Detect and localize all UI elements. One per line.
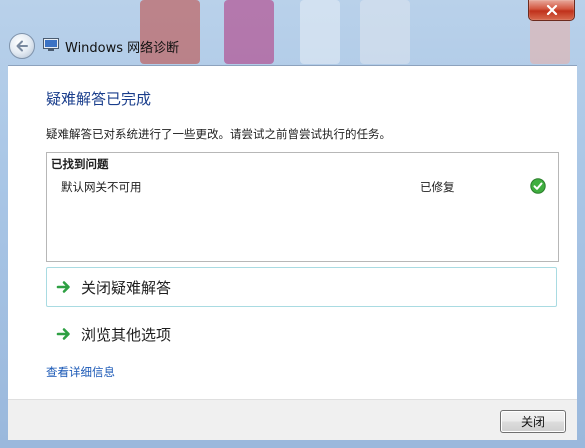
close-button[interactable]: 关闭 [500, 410, 566, 433]
problem-status: 已修复 [420, 180, 455, 194]
main-content: 疑难解答已完成 疑难解答已对系统进行了一些更改。请尝试之前曾尝试执行的任务。 已… [8, 65, 577, 400]
close-icon [546, 5, 557, 15]
view-details-link[interactable]: 查看详细信息 [46, 364, 115, 380]
window-title: Windows 网络诊断 [65, 41, 180, 56]
title-bar: Windows 网络诊断 [0, 0, 585, 64]
problems-list: 已找到问题 默认网关不可用 已修复 [46, 152, 559, 262]
green-arrow-icon [56, 328, 70, 340]
back-arrow-icon [16, 40, 28, 52]
action-label: 关闭疑难解答 [81, 278, 172, 297]
explore-options-action[interactable]: 浏览其他选项 [46, 314, 557, 354]
green-arrow-icon [56, 281, 70, 293]
window-close-button[interactable] [528, 0, 575, 21]
page-description: 疑难解答已对系统进行了一些更改。请尝试之前曾尝试执行的任务。 [46, 127, 391, 141]
page-heading: 疑难解答已完成 [46, 90, 152, 108]
green-check-icon [530, 178, 546, 194]
problems-header: 已找到问题 [51, 157, 109, 171]
close-troubleshooter-action[interactable]: 关闭疑难解答 [46, 267, 557, 307]
network-diagnostics-icon [43, 38, 59, 51]
dialog-footer: 关闭 [8, 399, 577, 440]
problem-issue: 默认网关不可用 [61, 180, 142, 194]
window-frame: Windows 网络诊断 疑难解答已完成 疑难解答已对系统进行了一些更改。请尝试… [0, 0, 585, 448]
action-label: 浏览其他选项 [81, 325, 172, 344]
back-button[interactable] [9, 33, 35, 59]
